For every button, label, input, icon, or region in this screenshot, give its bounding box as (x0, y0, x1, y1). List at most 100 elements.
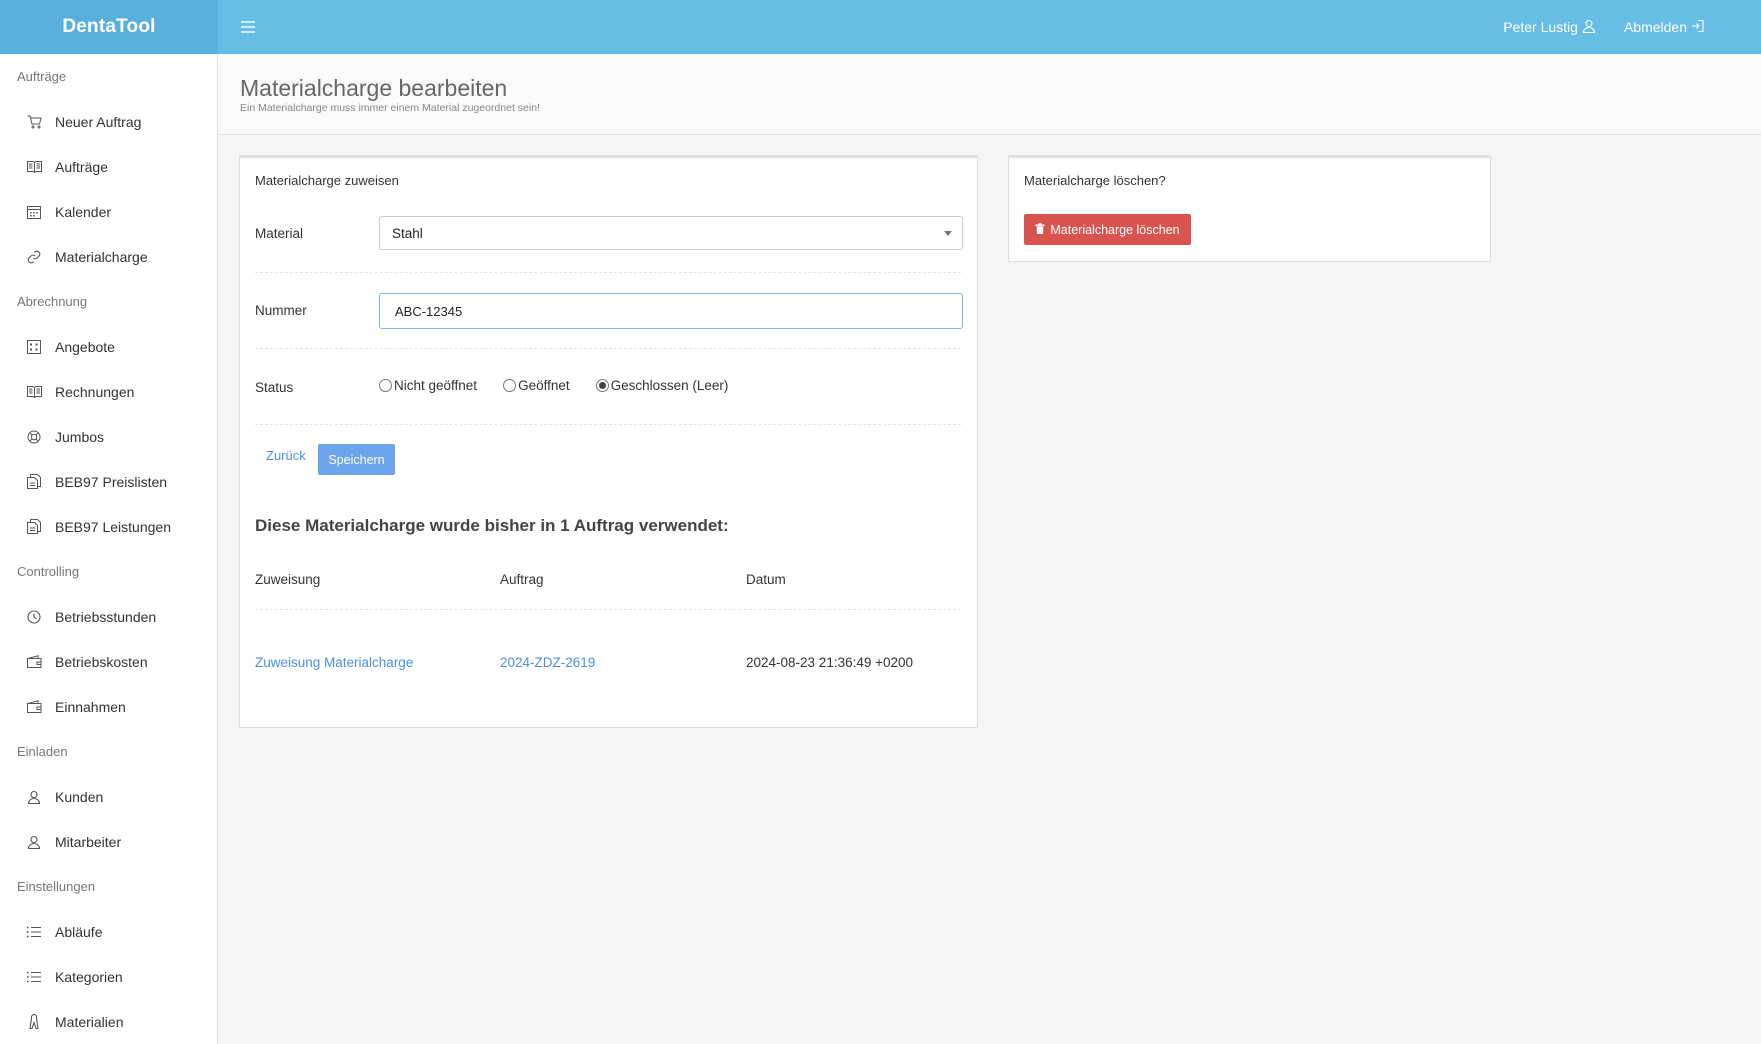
sidebar-item-betriebsstunden[interactable]: Betriebsstunden (0, 594, 217, 639)
book-icon (25, 383, 43, 401)
sidebar-section-einladen: Einladen (17, 744, 68, 759)
sidebar-item-label: Betriebskosten (55, 653, 148, 670)
calendar-icon (25, 203, 43, 221)
status-radio-group: Nicht geöffnet Geöffnet Geschlossen (Lee… (379, 378, 728, 393)
status-label: Status (255, 380, 294, 395)
divider (255, 272, 961, 273)
sidebar-item-kunden[interactable]: Kunden (0, 774, 217, 819)
tooth-icon (25, 1013, 43, 1031)
sidebar-item-label: Kalender (55, 203, 112, 220)
divider (255, 348, 961, 349)
sidebar-item-materialcharge[interactable]: Materialcharge (0, 234, 217, 279)
radio-button[interactable] (379, 379, 392, 392)
delete-button[interactable]: Materialcharge löschen (1024, 214, 1191, 245)
usage-heading: Diese Materialcharge wurde bisher in 1 A… (255, 516, 729, 535)
sidebar-item-beb97-leistungen[interactable]: BEB97 Leistungen (0, 504, 217, 549)
radio-label: Geöffnet (518, 378, 570, 393)
sidebar-item-label: Neuer Auftrag (55, 113, 142, 130)
user-name: Peter Lustig (1503, 19, 1578, 35)
sidebar-item-angebote[interactable]: Angebote (0, 324, 217, 369)
sidebar-item-label: Betriebsstunden (55, 608, 157, 625)
sidebar-item-label: BEB97 Leistungen (55, 518, 171, 535)
clock-icon (25, 608, 43, 626)
grid-icon (25, 338, 43, 356)
delete-panel-title: Materialcharge löschen? (1024, 173, 1166, 188)
sidebar-item-label: Materialcharge (55, 248, 148, 265)
trash-icon (1035, 222, 1045, 237)
sidebar-item-label: Mitarbeiter (55, 833, 122, 850)
order-link[interactable]: 2024-ZDZ-2619 (500, 655, 595, 670)
page-title: Materialcharge bearbeiten (240, 75, 508, 101)
sidebar-item-jumbos[interactable]: Jumbos (0, 414, 217, 459)
status-radio-geoeffnet[interactable]: Geöffnet (503, 378, 570, 393)
sidebar-item-label: Rechnungen (55, 383, 135, 400)
sidebar: Aufträge Neuer Auftrag Aufträge Kalender… (0, 54, 218, 1044)
status-radio-geschlossen[interactable]: Geschlossen (Leer) (595, 378, 729, 393)
number-input[interactable] (379, 293, 963, 329)
delete-panel: Materialcharge löschen? Materialcharge l… (1008, 155, 1491, 262)
cart-icon (25, 113, 43, 131)
sidebar-item-betriebskosten[interactable]: Betriebskosten (0, 639, 217, 684)
user-menu[interactable]: Peter Lustig (1503, 19, 1596, 36)
sidebar-item-label: Kunden (55, 788, 104, 805)
link-icon (25, 248, 43, 266)
logout-label: Abmelden (1623, 19, 1687, 35)
number-label: Nummer (255, 303, 307, 318)
radio-button-checked[interactable] (595, 379, 609, 392)
sidebar-item-kalender[interactable]: Kalender (0, 189, 217, 234)
top-navbar: DentaTool Peter Lustig Abmelden (0, 0, 1761, 54)
book-icon (25, 158, 43, 176)
assign-panel: Materialcharge zuweisen Material Stahl N… (239, 155, 978, 728)
sidebar-item-label: Aufträge (55, 158, 108, 175)
page-subtitle: Ein Materialcharge muss immer einem Mate… (240, 102, 540, 114)
logout-link[interactable]: Abmelden (1624, 19, 1705, 36)
user-icon (1582, 19, 1596, 36)
logout-icon (1691, 19, 1705, 36)
delete-button-label: Materialcharge löschen (1050, 222, 1180, 237)
status-radio-nicht-geoeffnet[interactable]: Nicht geöffnet (379, 378, 477, 393)
wallet-icon (25, 653, 43, 671)
user-icon (25, 788, 43, 806)
sidebar-item-label: Einnahmen (55, 698, 126, 715)
sidebar-item-kategorien[interactable]: Kategorien (0, 954, 217, 999)
sidebar-item-einnahmen[interactable]: Einnahmen (0, 684, 217, 729)
column-header-datum: Datum (746, 572, 786, 587)
copy-icon (25, 518, 43, 536)
sidebar-item-label: Kategorien (55, 968, 123, 985)
radio-button[interactable] (503, 379, 517, 392)
sidebar-item-beb97-preislisten[interactable]: BEB97 Preislisten (0, 459, 217, 504)
material-select[interactable]: Stahl (379, 216, 963, 250)
radio-label: Nicht geöffnet (394, 378, 478, 393)
sidebar-item-auftraege[interactable]: Aufträge (0, 144, 217, 189)
chevron-down-icon (944, 231, 952, 236)
page-header: Materialcharge bearbeiten Ein Materialch… (219, 54, 1761, 135)
sidebar-item-label: BEB97 Preislisten (55, 473, 168, 490)
column-header-auftrag: Auftrag (500, 572, 544, 587)
sidebar-item-rechnungen[interactable]: Rechnungen (0, 369, 217, 414)
lifebuoy-icon (25, 428, 43, 446)
sidebar-item-ablaeufe[interactable]: Abläufe (0, 909, 217, 954)
copy-icon (25, 473, 43, 491)
assignment-link[interactable]: Zuweisung Materialcharge (255, 655, 413, 670)
list-icon (25, 968, 43, 986)
sidebar-section-einstellungen: Einstellungen (17, 879, 96, 894)
date-cell: 2024-08-23 21:36:49 +0200 (746, 655, 914, 670)
sidebar-item-neuer-auftrag[interactable]: Neuer Auftrag (0, 99, 217, 144)
wallet-icon (25, 698, 43, 716)
radio-label: Geschlossen (Leer) (610, 378, 729, 393)
sidebar-item-label: Angebote (55, 338, 115, 355)
sidebar-item-label: Materialien (55, 1013, 124, 1030)
sidebar-section-controlling: Controlling (17, 564, 80, 579)
sidebar-item-label: Abläufe (55, 923, 103, 940)
back-button[interactable]: Zurück (266, 448, 306, 463)
brand-logo[interactable]: DentaTool (0, 0, 218, 54)
menu-toggle-icon[interactable] (232, 11, 264, 43)
user-icon (25, 833, 43, 851)
sidebar-item-mitarbeiter[interactable]: Mitarbeiter (0, 819, 217, 864)
column-header-zuweisung: Zuweisung (255, 572, 321, 587)
table-divider (255, 609, 961, 610)
sidebar-item-label: Jumbos (55, 428, 105, 445)
sidebar-item-materialien[interactable]: Materialien (0, 999, 217, 1044)
save-button[interactable]: Speichern (318, 444, 395, 475)
material-select-value: Stahl (392, 226, 423, 241)
